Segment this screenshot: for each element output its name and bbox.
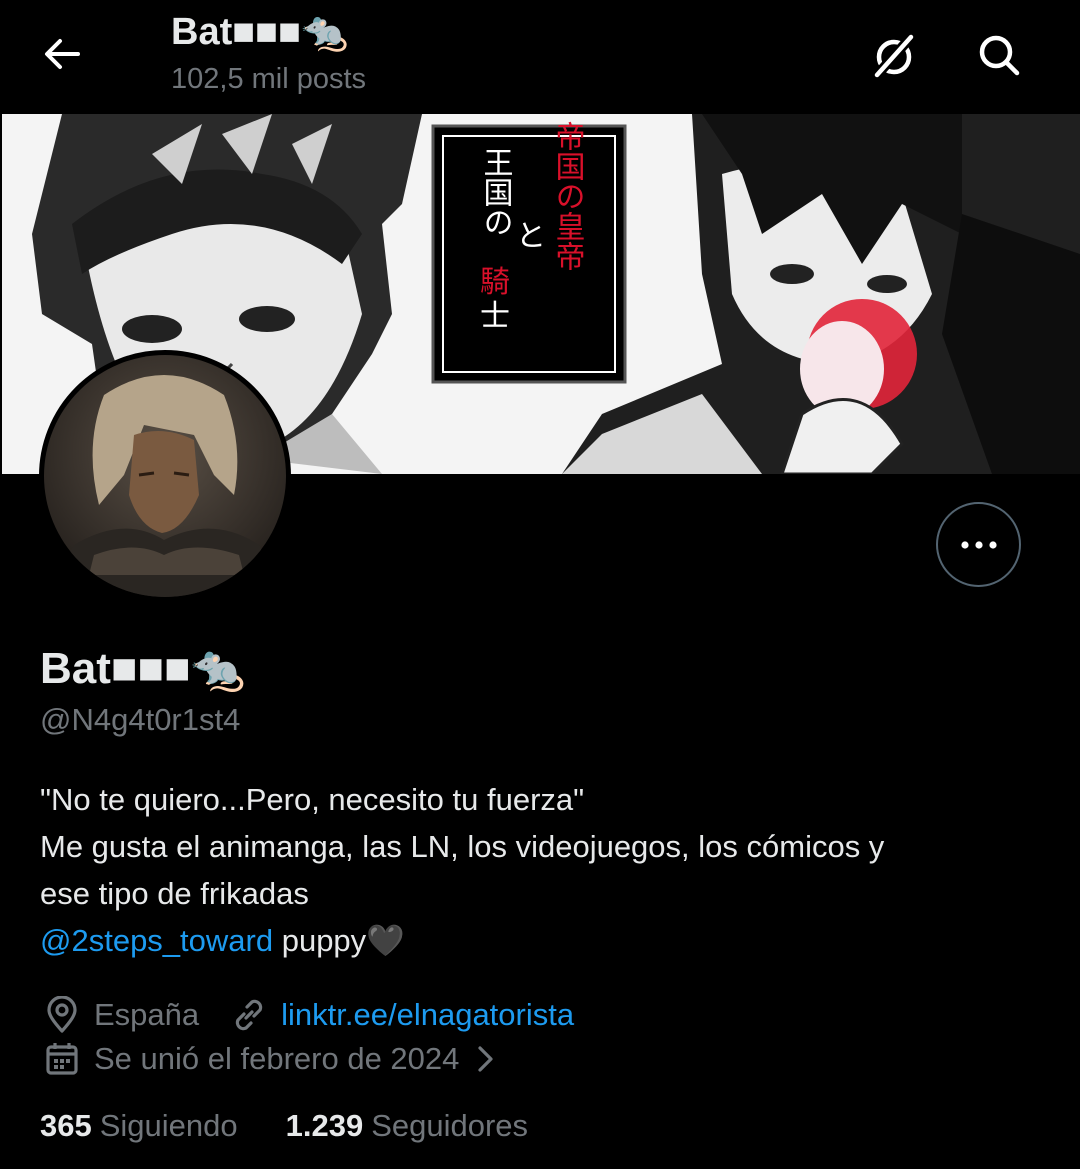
following-count: 365 <box>40 1108 92 1143</box>
bio-line-1: "No te quiero...Pero, necesito tu fuerza… <box>40 782 585 817</box>
more-dots-icon <box>960 540 997 549</box>
search-button[interactable] <box>970 26 1028 84</box>
banner-title-red: 帝国の皇帝 <box>550 121 585 271</box>
bio-mention-suffix: puppy🖤 <box>273 923 405 958</box>
profile-joined-row[interactable]: Se unió el febrero de 2024 <box>40 1037 517 1081</box>
profile-joined-date: Se unió el febrero de 2024 <box>94 1041 460 1076</box>
link-icon <box>227 993 271 1037</box>
back-button[interactable] <box>38 30 86 78</box>
bio-line-2: Me gusta el animanga, las LN, los videoj… <box>40 829 885 864</box>
grok-icon <box>872 32 916 80</box>
followers-link[interactable]: 1.239 Seguidores <box>286 1108 528 1144</box>
followers-count: 1.239 <box>285 1108 364 1143</box>
banner-subtitle-prefix: 王国の <box>478 147 513 237</box>
profile-handle: @N4g4t0r1st4 <box>40 702 241 737</box>
profile-bio: "No te quiero...Pero, necesito tu fuerza… <box>40 776 1040 964</box>
map-pin-icon <box>40 993 84 1037</box>
profile-display-name: Bat■■■🐀 <box>40 644 246 693</box>
bio-mention-link[interactable]: @2steps_toward <box>40 923 273 958</box>
profile-meta-location-website: España linktr.ee/elnagatorista <box>40 993 574 1037</box>
following-label: Siguiendo <box>99 1108 238 1143</box>
bio-line-3: ese tipo de frikadas <box>40 876 309 911</box>
arrow-left-icon <box>45 39 80 69</box>
profile-avatar[interactable] <box>39 350 291 602</box>
grok-button[interactable] <box>866 28 922 84</box>
followers-label: Seguidores <box>371 1108 529 1143</box>
following-link[interactable]: 365 Siguiendo <box>40 1108 238 1144</box>
header-posts-count: 102,5 mil posts <box>171 63 367 95</box>
top-app-bar: Bat■■■🐀 102,5 mil posts <box>0 0 1080 114</box>
more-options-button[interactable] <box>936 502 1021 587</box>
banner-conjunction: と <box>516 219 546 254</box>
profile-location: España <box>94 997 200 1032</box>
search-icon <box>979 35 1020 76</box>
avatar-image <box>44 355 286 597</box>
profile-website-link[interactable]: linktr.ee/elnagatorista <box>281 997 574 1033</box>
bio-line-4: @2steps_toward puppy🖤 <box>40 917 1040 964</box>
header-title: Bat■■■🐀 <box>171 11 349 53</box>
banner-subtitle-red: 騎 <box>480 265 510 300</box>
chevron-right-icon <box>463 1037 507 1081</box>
banner-subtitle-suffix: 士 <box>480 299 510 334</box>
profile-follow-stats: 365 Siguiendo 1.239 Seguidores <box>40 1108 528 1144</box>
calendar-icon <box>40 1037 84 1081</box>
